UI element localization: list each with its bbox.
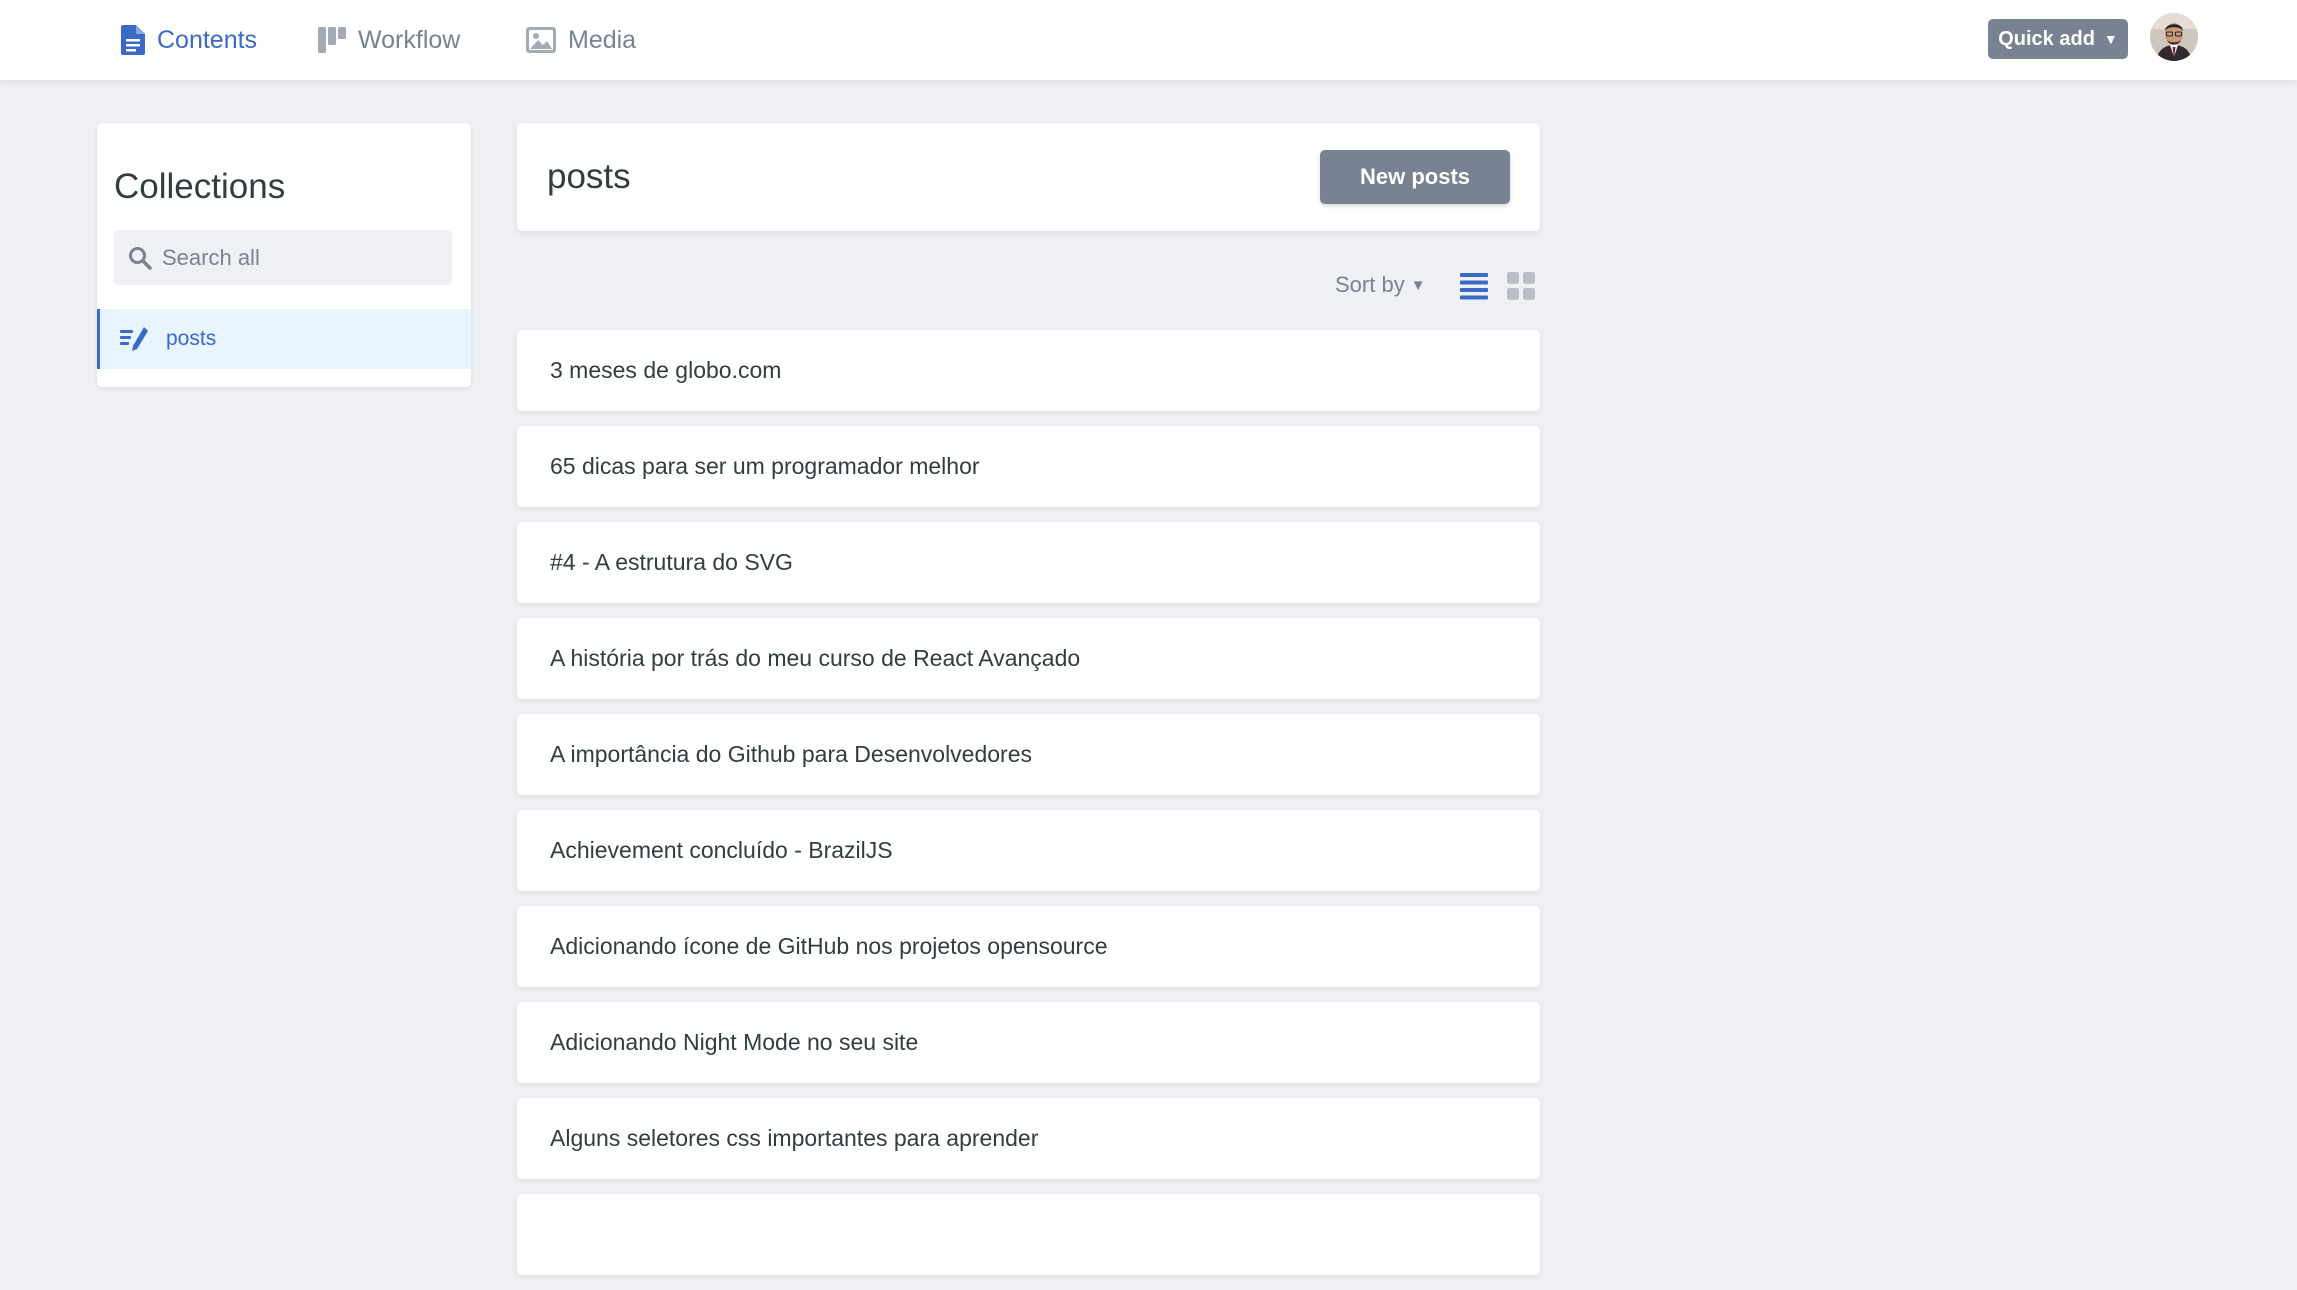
search-input[interactable] <box>160 243 444 272</box>
nav-workflow[interactable]: Workflow <box>318 0 460 80</box>
new-post-button[interactable]: New posts <box>1320 150 1510 204</box>
sort-by-dropdown[interactable]: Sort by ▼ <box>1335 272 1426 298</box>
entry-card[interactable]: #4 - A estrutura do SVG <box>517 522 1540 603</box>
sidebar-item-label: posts <box>166 327 217 350</box>
sidebar-title: Collections <box>114 167 286 206</box>
search-box[interactable] <box>114 230 452 285</box>
entry-card[interactable]: 65 dicas para ser um programador melhor <box>517 426 1540 507</box>
grid-view-icon <box>1507 272 1535 300</box>
sort-by-label: Sort by <box>1335 272 1405 297</box>
quick-add-label: Quick add <box>1998 27 2095 50</box>
document-icon <box>121 25 145 55</box>
avatar-image <box>2150 13 2198 61</box>
list-view-icon <box>1460 273 1488 300</box>
caret-down-icon: ▼ <box>1410 276 1426 294</box>
user-avatar[interactable] <box>2150 13 2198 61</box>
caret-down-icon: ▼ <box>2103 31 2118 47</box>
search-icon <box>129 246 152 270</box>
entry-card[interactable]: Alguns seletores css importantes para ap… <box>517 1098 1540 1179</box>
nav-contents[interactable]: Contents <box>121 0 257 80</box>
collections-sidebar: Collections posts <box>97 123 471 387</box>
write-icon <box>120 327 148 351</box>
entry-card-partial[interactable] <box>517 1194 1540 1275</box>
entry-card[interactable]: A história por trás do meu curso de Reac… <box>517 618 1540 699</box>
sidebar-item-posts[interactable]: posts <box>97 309 471 369</box>
kanban-icon <box>318 27 346 53</box>
entries-list: 3 meses de globo.com 65 dicas para ser u… <box>517 330 1540 1290</box>
entry-card[interactable]: Adicionando ícone de GitHub nos projetos… <box>517 906 1540 987</box>
nav-contents-label: Contents <box>157 25 258 54</box>
collection-header: posts New posts <box>517 123 1540 231</box>
entry-card[interactable]: Adicionando Night Mode no seu site <box>517 1002 1540 1083</box>
nav-media[interactable]: Media <box>526 0 636 80</box>
image-icon <box>526 27 556 53</box>
entry-card[interactable]: Achievement concluído - BrazilJS <box>517 810 1540 891</box>
nav-media-label: Media <box>568 25 637 54</box>
nav-workflow-label: Workflow <box>358 25 461 54</box>
entry-card[interactable]: 3 meses de globo.com <box>517 330 1540 411</box>
grid-view-toggle[interactable] <box>1507 272 1535 305</box>
top-bar: Contents Workflow Media Quick add ▼ <box>0 0 2297 80</box>
entry-card[interactable]: A importância do Github para Desenvolved… <box>517 714 1540 795</box>
list-view-toggle[interactable] <box>1460 272 1488 305</box>
collection-title: posts <box>547 157 631 196</box>
quick-add-button[interactable]: Quick add ▼ <box>1988 19 2128 59</box>
